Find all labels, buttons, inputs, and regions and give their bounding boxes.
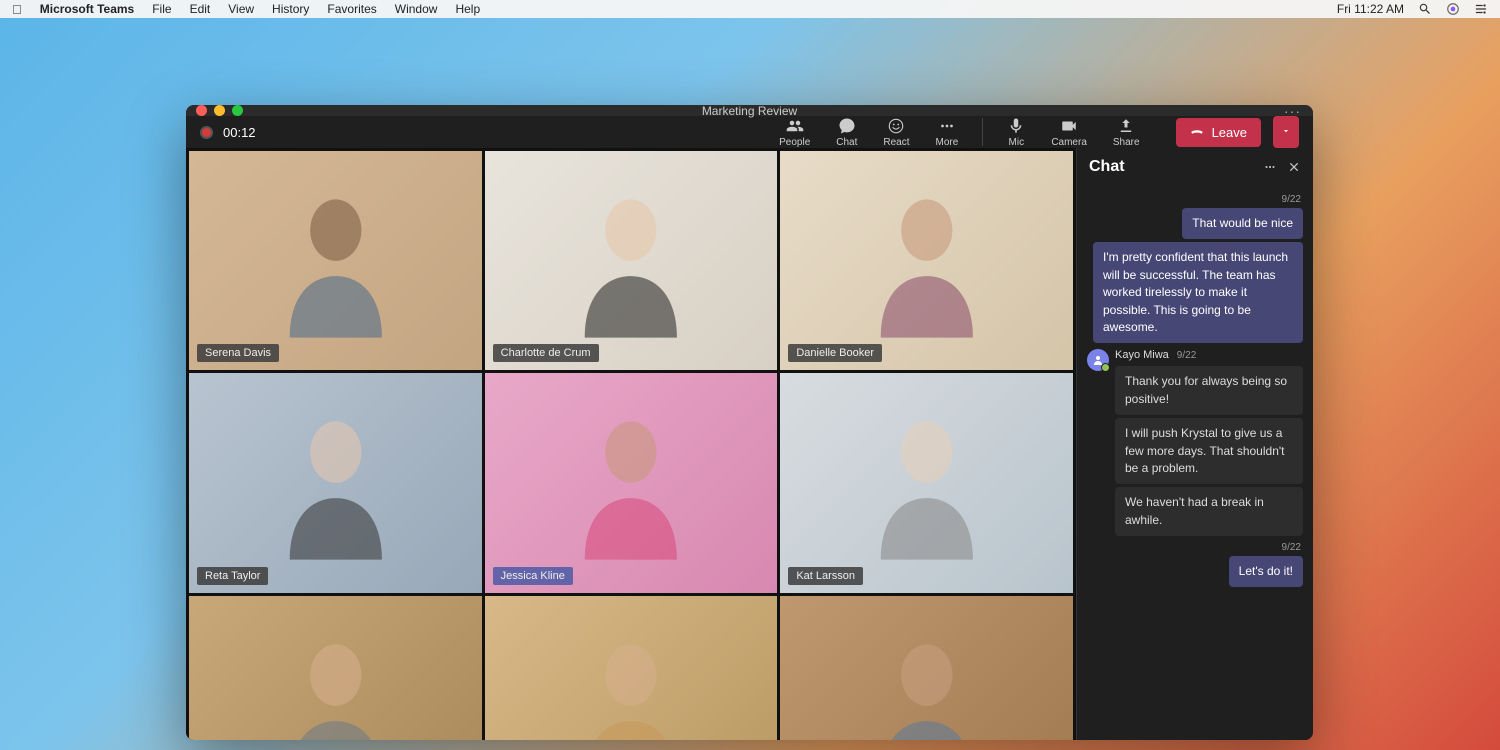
titlebar-more-icon[interactable]: ··· [1284,105,1301,119]
react-label: React [883,137,909,148]
leave-button[interactable]: Leave [1176,118,1261,147]
menu-window[interactable]: Window [395,2,438,16]
react-button[interactable]: React [875,117,917,148]
close-chat-icon[interactable] [1287,160,1301,174]
more-label: More [936,137,959,148]
macos-menubar:  Microsoft Teams File Edit View History… [0,0,1500,18]
search-icon[interactable] [1418,2,1432,16]
chat-header: Chat [1077,148,1313,186]
more-button[interactable]: More [928,117,967,148]
participant-tile[interactable]: Krystal McKinney [485,596,778,740]
participant-name: Jessica Kline [493,567,573,585]
window-titlebar: Marketing Review ··· [186,105,1313,116]
message-date: 9/22 [1280,194,1303,205]
share-icon [1117,117,1135,135]
chat-message-mine: Let's do it! [1229,556,1303,587]
mic-icon [1007,117,1025,135]
menu-history[interactable]: History [272,2,309,16]
participant-name: Charlotte de Crum [493,344,599,362]
share-label: Share [1113,137,1140,148]
chat-messages[interactable]: 9/22 That would be nice I'm pretty confi… [1077,186,1313,740]
participant-tile[interactable]: Charlotte de Crum [485,151,778,370]
participant-tile[interactable]: Kat Larsson [780,373,1073,592]
chat-message-mine: That would be nice [1182,208,1303,239]
share-button[interactable]: Share [1105,117,1148,148]
chat-label: Chat [836,137,857,148]
control-center-icon[interactable] [1474,2,1488,16]
menu-favorites[interactable]: Favorites [327,2,376,16]
participant-tile[interactable]: Jessica Kline [485,373,778,592]
recording-indicator-icon [200,126,213,139]
leave-label: Leave [1212,125,1247,140]
participant-tile[interactable]: Babak Shammas [189,596,482,740]
message-date: 9/22 [1280,542,1303,553]
menu-help[interactable]: Help [455,2,480,16]
participant-tile[interactable]: Reta Taylor [189,373,482,592]
chevron-down-icon [1281,126,1291,136]
menu-edit[interactable]: Edit [190,2,211,16]
message-date: 9/22 [1175,350,1198,361]
chat-more-icon[interactable] [1263,160,1277,174]
participant-tile[interactable]: Serena Davis [189,151,482,370]
participant-name: Serena Davis [197,344,279,362]
menu-file[interactable]: File [152,2,171,16]
chat-message-other: Thank you for always being so positive! [1115,366,1303,415]
minimize-window-button[interactable] [214,105,225,116]
teams-window: Marketing Review ··· 00:12 People Chat R… [186,105,1313,740]
siri-icon[interactable] [1446,2,1460,16]
traffic-lights [196,105,243,116]
video-grid: Serena Davis Charlotte de Crum Danielle … [186,148,1076,740]
people-label: People [779,137,810,148]
sender-name: Kayo Miwa [1115,349,1169,361]
close-window-button[interactable] [196,105,207,116]
mic-label: Mic [1009,137,1025,148]
more-icon [938,117,956,135]
participant-name: Kat Larsson [788,567,863,585]
chat-button[interactable]: Chat [828,117,865,148]
participant-tile[interactable]: Ray Tanaka [780,596,1073,740]
leave-dropdown-button[interactable] [1273,116,1299,148]
participant-name: Reta Taylor [197,567,268,585]
camera-label: Camera [1051,137,1087,148]
meeting-timer: 00:12 [223,125,256,140]
chat-icon [838,117,856,135]
chat-message-mine: I'm pretty confident that this launch wi… [1093,242,1303,343]
menubar-clock[interactable]: Fri 11:22 AM [1337,2,1404,16]
participant-tile[interactable]: Danielle Booker [780,151,1073,370]
camera-icon [1060,117,1078,135]
mic-button[interactable]: Mic [999,117,1033,148]
hangup-icon [1190,125,1204,139]
app-name[interactable]: Microsoft Teams [40,2,134,16]
chat-title: Chat [1089,158,1253,176]
chat-message-other: We haven't had a break in awhile. [1115,487,1303,536]
meeting-toolbar: 00:12 People Chat React More Mic Camera [186,116,1313,148]
people-icon [786,117,804,135]
menu-view[interactable]: View [228,2,254,16]
meeting-title: Marketing Review [702,105,797,118]
people-button[interactable]: People [771,117,818,148]
maximize-window-button[interactable] [232,105,243,116]
react-icon [887,117,905,135]
sender-avatar[interactable] [1087,349,1109,371]
camera-button[interactable]: Camera [1043,117,1095,148]
apple-logo-icon[interactable]:  [12,2,22,17]
participant-name: Danielle Booker [788,344,882,362]
chat-panel: Chat 9/22 That would be nice I'm pretty … [1076,148,1313,740]
chat-message-other: I will push Krystal to give us a few mor… [1115,418,1303,484]
